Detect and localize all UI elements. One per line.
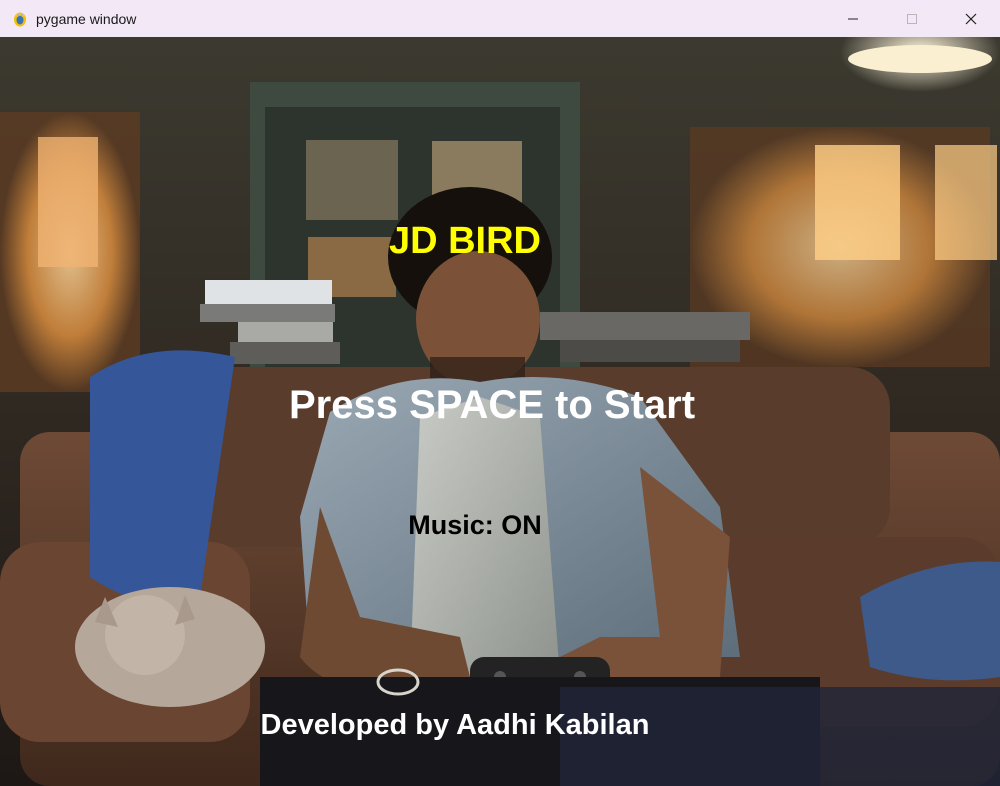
minimize-icon — [847, 18, 858, 19]
game-title: JD BIRD — [388, 220, 542, 262]
credits-text: Developed by Aadhi Kabilan — [260, 709, 650, 741]
music-status: Music: ON — [408, 510, 542, 540]
pygame-snake-icon — [11, 10, 29, 28]
close-button[interactable] — [941, 0, 1000, 37]
pygame-window: pygame window JD BIRD Press SPACE to Sta… — [0, 0, 1000, 786]
maximize-button[interactable] — [882, 0, 941, 37]
start-prompt: Press SPACE to Start — [288, 383, 696, 427]
window-controls — [823, 0, 1000, 37]
close-icon — [965, 13, 976, 24]
maximize-icon — [906, 13, 917, 24]
window-title: pygame window — [36, 10, 137, 27]
game-canvas[interactable]: JD BIRD Press SPACE to Start Music: ON D… — [0, 37, 1000, 786]
minimize-button[interactable] — [823, 0, 882, 37]
title-bar[interactable]: pygame window — [0, 0, 1000, 37]
